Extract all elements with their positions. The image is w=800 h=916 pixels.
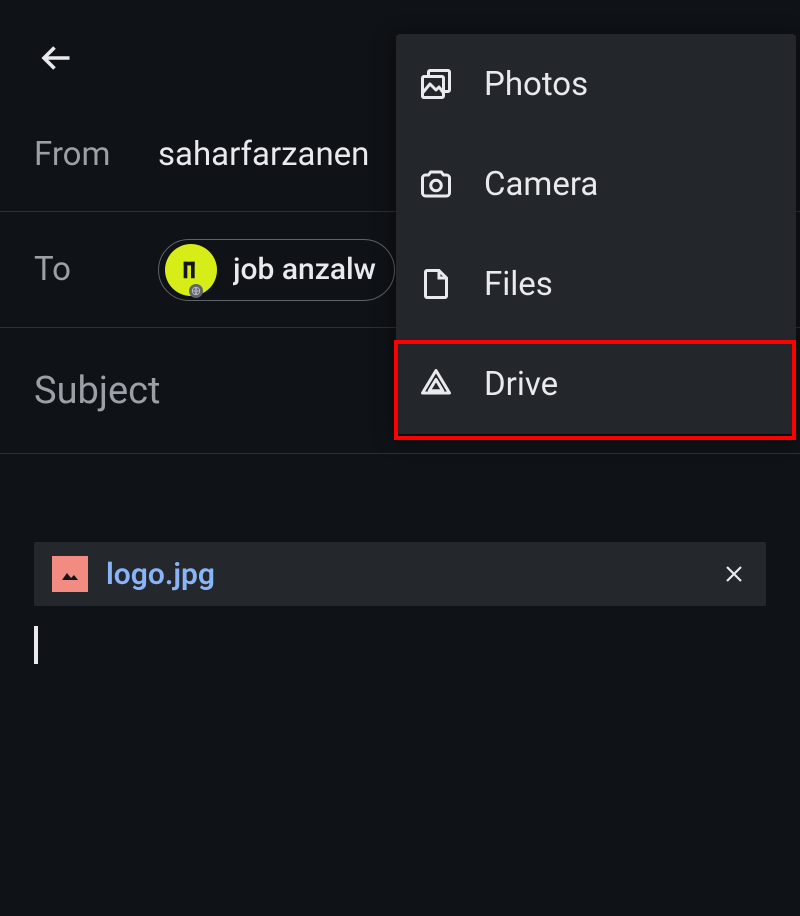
attach-menu-drive[interactable]: Drive [396,334,796,434]
attach-menu: Photos Camera Files Drive [396,34,796,434]
attach-menu-files[interactable]: Files [396,234,796,334]
drive-icon [418,366,454,402]
arrow-left-icon [38,40,74,76]
subject-placeholder: Subject [34,369,160,413]
attach-menu-files-label: Files [484,265,553,304]
back-button[interactable] [36,38,76,78]
avatar-glyph-icon [180,259,202,281]
to-label: To [34,250,158,289]
attach-menu-photos[interactable]: Photos [396,34,796,134]
remove-attachment-button[interactable] [720,560,748,588]
camera-icon [418,166,454,202]
attach-menu-drive-label: Drive [484,365,558,404]
attach-menu-camera[interactable]: Camera [396,134,796,234]
attachment-filename: logo.jpg [106,557,702,592]
image-file-icon [52,556,88,592]
compose-body[interactable]: logo.jpg [0,454,800,684]
from-value: saharfarzanen [158,135,369,174]
file-icon [418,266,454,302]
attachment-chip[interactable]: logo.jpg [34,542,766,606]
photos-icon [418,66,454,102]
recipient-chip[interactable]: job anzalw [158,239,395,301]
recipient-name: job anzalw [233,252,376,287]
text-cursor [34,626,38,664]
attach-menu-photos-label: Photos [484,65,588,104]
attach-menu-camera-label: Camera [484,165,598,204]
from-label: From [34,135,158,174]
recipient-avatar [165,244,217,296]
globe-badge-icon [189,284,203,298]
close-icon [722,562,746,586]
